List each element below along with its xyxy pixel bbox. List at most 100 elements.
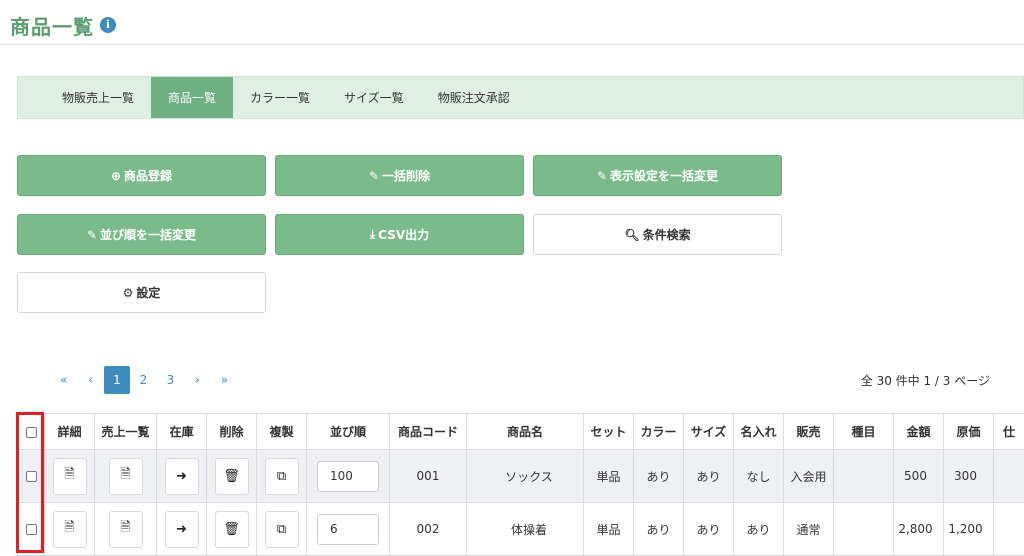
plus-circle-icon: ⊕ xyxy=(110,168,122,183)
tab-order-approval[interactable]: 物販注文承認 xyxy=(421,77,527,118)
pencil-icon: ✎ xyxy=(368,168,380,183)
settings-button[interactable]: ⚙ 設定 xyxy=(17,272,266,313)
page-first-link[interactable]: « xyxy=(50,366,77,394)
cost-cell: 300 xyxy=(943,449,994,503)
column-header: 複製 xyxy=(256,413,307,450)
tab-product-list[interactable]: 商品一覧 xyxy=(151,77,234,118)
copy-button[interactable]: ⧉ xyxy=(264,510,299,548)
delete-button[interactable]: 🗑 xyxy=(214,510,249,548)
stock-button[interactable]: ➜ xyxy=(164,457,199,495)
tab-size-list[interactable]: サイズ一覧 xyxy=(327,77,421,118)
product-name-cell: ソックス xyxy=(466,449,584,503)
name-print-cell: あり xyxy=(733,502,784,556)
page-title: 商品一覧 xyxy=(10,14,94,39)
search-icon: 🔍︎ xyxy=(624,227,640,242)
name-print-cell: なし xyxy=(733,449,784,503)
copy-icon: ⧉ xyxy=(276,468,287,484)
sales-list-button[interactable]: 🗎 xyxy=(108,510,143,548)
product-table: 詳細 売上一覧 在庫 削除 複製 並び順 商品コード 商品名 セット カラー サ… xyxy=(17,413,1024,556)
bulk-sort-button[interactable]: ✎ 並び順を一括変更 xyxy=(17,214,266,255)
download-icon: ⤓ xyxy=(369,227,376,241)
register-product-button[interactable]: ⊕ 商品登録 xyxy=(17,155,266,196)
condition-search-button[interactable]: 🔍︎ 条件検索 xyxy=(533,214,782,255)
copy-icon: ⧉ xyxy=(276,521,287,537)
event-cell xyxy=(833,449,894,503)
arrow-right-icon: ➜ xyxy=(176,521,187,537)
page-link-3[interactable]: 3 xyxy=(157,366,184,394)
column-header: 名入れ xyxy=(733,413,784,450)
header-divider xyxy=(0,44,1024,45)
page-last-link[interactable]: » xyxy=(211,366,238,394)
file-icon: 🗎 xyxy=(64,467,75,482)
page-header: 商品一覧 i xyxy=(10,10,116,40)
product-code-cell: 002 xyxy=(389,502,467,556)
gear-icon: ⚙ xyxy=(122,285,134,300)
event-cell xyxy=(833,502,894,556)
set-cell: 単品 xyxy=(583,502,634,556)
column-header: サイズ xyxy=(683,413,734,450)
stock-button[interactable]: ➜ xyxy=(164,510,199,548)
pencil-icon: ✎ xyxy=(596,168,608,183)
detail-button[interactable]: 🗎 xyxy=(52,510,87,548)
tab-bar: 物販売上一覧 商品一覧 カラー一覧 サイズ一覧 物販注文承認 xyxy=(17,76,1024,119)
column-header: 金額 xyxy=(893,413,944,450)
column-header: 売上一覧 xyxy=(94,413,157,450)
bulk-display-label: 表示設定を一括変更 xyxy=(610,169,719,183)
page-next-link[interactable]: › xyxy=(184,366,211,394)
page-link-2[interactable]: 2 xyxy=(130,366,157,394)
page-count-summary: 全 30 件中 1 / 3 ページ xyxy=(860,374,990,388)
detail-button[interactable]: 🗎 xyxy=(52,457,87,495)
column-header: 並び順 xyxy=(306,413,390,450)
delete-button[interactable]: 🗑 xyxy=(214,457,249,495)
arrow-right-icon: ➜ xyxy=(176,468,187,484)
column-header: 種目 xyxy=(833,413,894,450)
info-icon[interactable]: i xyxy=(100,17,116,33)
column-header: セット xyxy=(583,413,634,450)
trash-icon: 🗑 xyxy=(223,468,240,484)
bulk-sort-label: 並び順を一括変更 xyxy=(100,228,197,242)
file-icon: 🗎 xyxy=(64,520,75,535)
trash-icon: 🗑 xyxy=(223,521,240,537)
tab-sales-list[interactable]: 物販売上一覧 xyxy=(45,77,151,118)
file-icon: 🗎 xyxy=(120,467,131,482)
truncated-cell xyxy=(993,502,1024,556)
price-cell: 500 xyxy=(893,449,944,503)
sale-cell: 通常 xyxy=(783,502,834,556)
bulk-display-button[interactable]: ✎ 表示設定を一括変更 xyxy=(533,155,782,196)
table-row: 🗎 🗎 ➜ 🗑 ⧉ 100 001 ソックス 単品 あり あり なし 入会用 5… xyxy=(17,449,1024,503)
sales-list-button[interactable]: 🗎 xyxy=(108,457,143,495)
table-row: 🗎 🗎 ➜ 🗑 ⧉ 6 002 体操着 単品 あり あり あり 通常 2,800… xyxy=(17,502,1024,556)
page-link-1[interactable]: 1 xyxy=(104,366,130,394)
page-prev-link[interactable]: ‹ xyxy=(77,366,104,394)
column-header: 詳細 xyxy=(44,413,95,450)
bulk-delete-label: 一括削除 xyxy=(382,169,431,183)
table-header-row: 詳細 売上一覧 在庫 削除 複製 並び順 商品コード 商品名 セット カラー サ… xyxy=(17,413,1024,450)
sale-cell: 入会用 xyxy=(783,449,834,503)
color-cell: あり xyxy=(633,449,684,503)
column-header: カラー xyxy=(633,413,684,450)
pencil-icon: ✎ xyxy=(86,227,98,242)
cost-cell: 1,200 xyxy=(943,502,994,556)
sort-order-input[interactable]: 6 xyxy=(317,513,379,545)
copy-button[interactable]: ⧉ xyxy=(264,457,299,495)
column-header: 在庫 xyxy=(156,413,207,450)
csv-export-button[interactable]: ⤓ CSV出力 xyxy=(275,214,524,255)
tab-color-list[interactable]: カラー一覧 xyxy=(233,77,327,118)
truncated-cell xyxy=(993,449,1024,503)
condition-search-label: 条件検索 xyxy=(642,228,691,242)
settings-label: 設定 xyxy=(136,286,161,300)
pagination: « ‹ 1 2 3 › » xyxy=(50,366,238,394)
sort-order-input[interactable]: 100 xyxy=(317,460,379,492)
column-header: 仕 xyxy=(993,413,1024,450)
column-header: 商品コード xyxy=(389,413,467,450)
bulk-delete-button[interactable]: ✎ 一括削除 xyxy=(275,155,524,196)
file-icon: 🗎 xyxy=(120,520,131,535)
set-cell: 単品 xyxy=(583,449,634,503)
price-cell: 2,800 xyxy=(893,502,944,556)
column-header: 販売 xyxy=(783,413,834,450)
column-header: 原価 xyxy=(943,413,994,450)
product-code-cell: 001 xyxy=(389,449,467,503)
register-product-label: 商品登録 xyxy=(124,169,173,183)
csv-export-label: CSV出力 xyxy=(378,228,430,242)
size-cell: あり xyxy=(683,449,734,503)
